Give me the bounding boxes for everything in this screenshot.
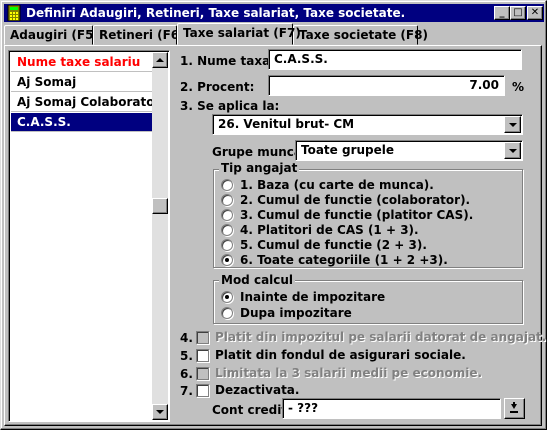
tip-angajat-radio-3[interactable]: [221, 209, 233, 221]
tip-angajat-option[interactable]: 4. Platitori de CAS (1 + 3).: [240, 223, 419, 237]
impozit-angajat-checkbox[interactable]: [196, 331, 209, 344]
dezactivata-checkbox[interactable]: [196, 384, 209, 397]
impozit-angajat-label: Platit din impozitul pe salarii datorat …: [215, 330, 547, 344]
scroll-thumb[interactable]: [152, 198, 168, 214]
se-aplica-label: 3. Se aplica la:: [180, 99, 280, 113]
tip-angajat-radio-5[interactable]: [221, 239, 233, 251]
procent-input[interactable]: 7.00: [268, 75, 505, 96]
tip-angajat-option[interactable]: 5. Cumul de functie (2 + 3).: [240, 238, 427, 252]
list-item-selected[interactable]: C.A.S.S.: [11, 113, 152, 132]
close-button[interactable]: ✕: [527, 6, 543, 20]
procent-unit: %: [512, 80, 525, 94]
tab-retineri[interactable]: Retineri (F6): [93, 25, 185, 45]
tab-label: Taxe salariat (F7): [183, 26, 301, 40]
tip-angajat-radio-1[interactable]: [221, 179, 233, 191]
tip-angajat-option[interactable]: 2. Cumul de functie (colaborator).: [240, 193, 470, 207]
list-scrollbar[interactable]: [152, 52, 168, 420]
nume-taxa-input[interactable]: C.A.S.S.: [268, 49, 522, 70]
minimize-button[interactable]: _: [494, 6, 510, 20]
window-title: Definiri Adaugiri, Retineri, Taxe salari…: [26, 6, 406, 20]
nume-taxa-label: 1. Nume taxa:: [180, 54, 275, 68]
tab-label: Adaugiri (F5): [10, 28, 99, 42]
limitata-salarii-checkbox[interactable]: [196, 367, 209, 380]
mod-calcul-radio-1[interactable]: [221, 291, 233, 303]
download-arrow-icon: [510, 402, 518, 413]
chevron-down-icon: [509, 149, 517, 153]
tab-taxe-salariat[interactable]: Taxe salariat (F7): [177, 23, 301, 45]
fond-asigurari-checkbox[interactable]: [196, 349, 209, 362]
minimize-icon: _: [499, 7, 505, 18]
grupe-munca-value: Toate grupele: [301, 143, 395, 157]
tab-taxe-societate[interactable]: Taxe societate (F8): [293, 25, 428, 45]
arrow-up-icon: [156, 58, 164, 62]
cont-credit-lookup-button[interactable]: [504, 398, 525, 419]
title-bar[interactable]: Definiri Adaugiri, Retineri, Taxe salari…: [4, 4, 544, 22]
tip-angajat-radio-2[interactable]: [221, 194, 233, 206]
procent-label: 2. Procent:: [180, 80, 255, 94]
mod-calcul-option[interactable]: Inainte de impozitare: [240, 290, 385, 304]
list-item[interactable]: Aj Somaj: [11, 73, 152, 92]
mod-calcul-option[interactable]: Dupa impozitare: [240, 306, 352, 320]
scroll-down-button[interactable]: [152, 404, 168, 420]
tip-angajat-radio-4[interactable]: [221, 224, 233, 236]
check-number: 4.: [180, 331, 193, 345]
grupe-munca-label: Grupe munca: [212, 145, 303, 159]
tip-angajat-option[interactable]: 1. Baza (cu carte de munca).: [240, 178, 434, 192]
dezactivata-label[interactable]: Dezactivata.: [215, 383, 299, 397]
tip-angajat-option[interactable]: 6. Toate categoriile (1 + 2 +3).: [240, 253, 448, 267]
list-item[interactable]: Aj Somaj Colaborator: [11, 93, 160, 112]
tab-panel: Nume taxe salariu Aj Somaj Aj Somaj Cola…: [4, 45, 546, 426]
mod-calcul-title: Mod calcul: [219, 273, 296, 287]
tab-adaugiri[interactable]: Adaugiri (F5): [4, 25, 99, 45]
list-header: Nume taxe salariu: [11, 53, 152, 72]
check-number: 7.: [180, 384, 193, 398]
chevron-down-icon: [509, 123, 517, 127]
se-aplica-dropdown-button[interactable]: [504, 116, 521, 133]
taxe-list[interactable]: Nume taxe salariu Aj Somaj Aj Somaj Cola…: [8, 50, 170, 422]
check-number: 5.: [180, 349, 193, 363]
mod-calcul-radio-2[interactable]: [221, 307, 233, 319]
app-window: Definiri Adaugiri, Retineri, Taxe salari…: [0, 0, 547, 430]
grupe-munca-dropdown-button[interactable]: [504, 142, 521, 159]
se-aplica-select[interactable]: 26. Venitul brut- CM: [212, 114, 523, 135]
calculator-icon[interactable]: [6, 4, 22, 22]
tip-angajat-option[interactable]: 3. Cumul de functie (platitor CAS).: [240, 208, 473, 222]
arrow-down-icon: [156, 410, 164, 414]
cont-credit-input[interactable]: - ???: [282, 398, 501, 419]
maximize-icon: □: [513, 7, 523, 18]
check-number: 6.: [180, 367, 193, 381]
radio-selected-dot: [225, 258, 229, 262]
close-icon: ✕: [530, 7, 540, 18]
limitata-salarii-label: Limitata la 3 salarii medii pe economie.: [215, 366, 483, 380]
tab-label: Taxe societate (F8): [299, 28, 428, 42]
radio-selected-dot: [225, 295, 229, 299]
se-aplica-value: 26. Venitul brut- CM: [218, 117, 355, 131]
grupe-munca-select[interactable]: Toate grupele: [295, 140, 523, 161]
tip-angajat-radio-6[interactable]: [221, 254, 233, 266]
maximize-button[interactable]: □: [510, 6, 526, 20]
cont-credit-label: Cont credit:: [212, 403, 292, 417]
tab-label: Retineri (F6): [99, 28, 185, 42]
tip-angajat-title: Tip angajat: [219, 161, 300, 175]
scroll-up-button[interactable]: [152, 52, 168, 68]
fond-asigurari-label[interactable]: Platit din fondul de asigurari sociale.: [215, 348, 466, 362]
